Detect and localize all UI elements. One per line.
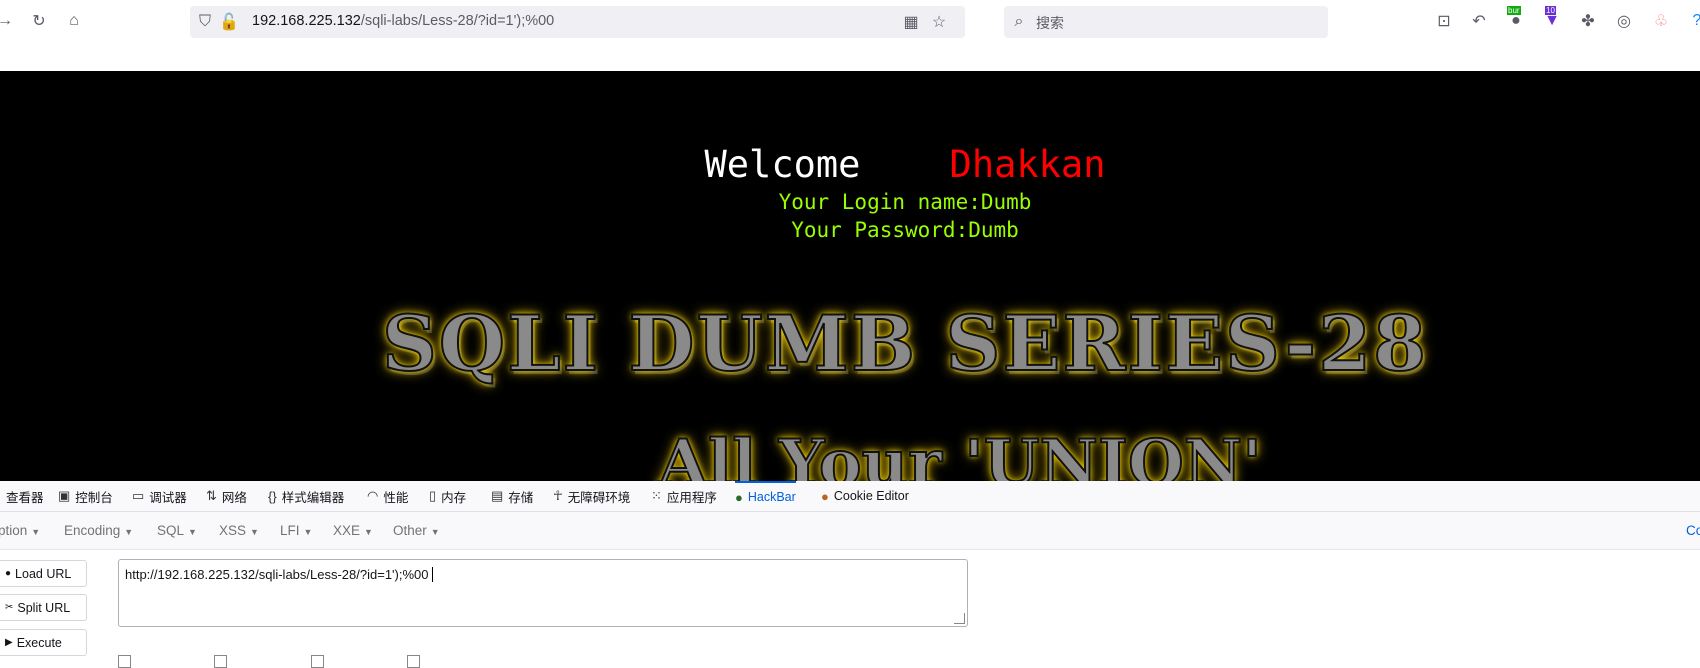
split-icon: ✂ — [5, 602, 14, 613]
menu-xxe[interactable]: XXE ▼ — [333, 523, 373, 538]
tab-accessibility[interactable]: ☥ 无障碍环境 — [553, 481, 630, 511]
tab-cookie-editor[interactable]: ● Cookie Editor — [821, 481, 909, 511]
gauge-icon: ◠ — [367, 488, 379, 503]
hackbar-menu: ption ▼ Encoding ▼ SQL ▼ XSS ▼ LFI ▼ XXE ▼ Oth… — [0, 512, 1700, 550]
login-name: Your Login name:Dumb — [778, 190, 1032, 214]
tab-style-editor[interactable]: {} 样式编辑器 — [268, 481, 344, 511]
cookie-icon[interactable]: ◎ — [1613, 10, 1635, 32]
welcome-heading: Welcome Dhakkan — [704, 143, 1106, 186]
series-banner: SQLI DUMB SERIES-28 — [381, 298, 1428, 389]
menu-contribute[interactable]: Co — [1686, 523, 1700, 538]
bookmark-star-icon[interactable]: ☆ — [928, 11, 950, 33]
extension-icon[interactable]: ✤ — [1577, 10, 1599, 32]
braces-icon: {} — [268, 488, 277, 504]
toolbar-spacer — [0, 44, 1700, 72]
url-text[interactable]: 192.168.225.132/sqli-labs/Less-28/?id=1'… — [252, 13, 554, 29]
crop-icon[interactable]: ⊡ — [1433, 10, 1455, 32]
menu-encryption[interactable]: ption ▼ — [0, 523, 40, 538]
referrer-checkbox[interactable] — [214, 655, 228, 668]
load-url-button[interactable]: ● Load URL — [0, 560, 87, 587]
user-agent-checkbox[interactable] — [310, 655, 324, 668]
menu-sql[interactable]: SQL ▼ — [157, 523, 197, 538]
tab-console[interactable]: ▣ 控制台 — [58, 481, 113, 511]
tab-debugger[interactable]: ▭ 调试器 — [132, 481, 187, 511]
menu-other[interactable]: Other ▼ — [393, 523, 440, 538]
tab-performance[interactable]: ◠ 性能 — [367, 481, 408, 511]
download-extension-icon[interactable]: 10 ▼ — [1541, 6, 1563, 32]
split-url-button[interactable]: ✂ Split URL — [0, 594, 87, 621]
search-placeholder: 搜索 — [1036, 15, 1064, 31]
search-bar[interactable]: ⌕ 搜索 — [1004, 6, 1328, 38]
page-content: Welcome Dhakkan Your Login name:Dumb You… — [0, 71, 1700, 481]
tab-storage[interactable]: ▤ 存储 — [491, 481, 533, 511]
network-icon: ⇅ — [206, 488, 217, 503]
console-icon: ▣ — [58, 488, 71, 503]
tab-memory[interactable]: ▯ 内存 — [429, 481, 466, 511]
menu-encoding[interactable]: Encoding ▼ — [64, 523, 133, 538]
browser-toolbar: → ↻ ⌂ ⛉ 🔓 192.168.225.132/sqli-labs/Less… — [0, 0, 1700, 44]
password: Your Password:Dumb — [791, 218, 1019, 242]
resize-handle-icon[interactable] — [954, 613, 965, 624]
debugger-icon: ▭ — [132, 488, 145, 503]
burp-extension-icon[interactable]: bur ● — [1505, 6, 1527, 32]
tab-application[interactable]: ⁙ 应用程序 — [651, 481, 717, 511]
tab-hackbar[interactable]: ● HackBar — [735, 481, 796, 511]
home-icon[interactable]: ⌂ — [63, 10, 85, 32]
shield-icon[interactable]: ⛉ — [194, 11, 216, 33]
forward-icon[interactable]: → — [0, 10, 16, 32]
pocket-icon[interactable]: ♧ — [1650, 10, 1672, 32]
qr-code-icon[interactable]: ▦ — [900, 11, 922, 33]
devtools-tabbar: 查看器 ▣ 控制台 ▭ 调试器 ⇅ 网络 {} 样式编辑器 ◠ 性能 ▯ 内存 ▤ 存储 ☥ 无… — [0, 481, 1700, 512]
execute-icon: ▶ — [5, 637, 13, 648]
menu-xss[interactable]: XSS ▼ — [219, 523, 259, 538]
accessibility-icon: ☥ — [553, 488, 563, 503]
reload-icon[interactable]: ↻ — [28, 10, 50, 32]
login-info: Your Login name:Dumb Your Password:Dumb — [0, 188, 1700, 244]
address-bar[interactable]: ⛉ 🔓 192.168.225.132/sqli-labs/Less-28/?i… — [190, 6, 965, 38]
cookie-icon: ● — [821, 488, 829, 504]
cookies-checkbox[interactable] — [407, 655, 421, 668]
undo-icon[interactable]: ↶ — [1468, 10, 1490, 32]
post-data-checkbox[interactable] — [118, 655, 131, 668]
hackbar-icon: ● — [735, 489, 743, 505]
execute-button[interactable]: ▶ Execute — [0, 629, 87, 656]
menu-lfi[interactable]: LFI ▼ — [280, 523, 312, 538]
search-icon: ⌕ — [1014, 13, 1024, 30]
load-icon: ● — [5, 568, 12, 579]
help-icon[interactable]: ? — [1686, 10, 1700, 32]
union-banner: All Your 'UNION' — [657, 425, 1263, 481]
tab-inspector[interactable]: 查看器 — [6, 481, 44, 511]
url-input[interactable]: http://192.168.225.132/sqli-labs/Less-28… — [118, 559, 968, 627]
request-options — [118, 654, 421, 668]
grid-icon: ⁙ — [651, 488, 662, 503]
storage-icon: ▤ — [491, 488, 504, 503]
hackbar-body: ● Load URL ✂ Split URL ▶ Execute http://192… — [0, 550, 1700, 668]
memory-icon: ▯ — [429, 488, 437, 503]
tab-network[interactable]: ⇅ 网络 — [206, 481, 247, 511]
insecure-lock-icon[interactable]: 🔓 — [218, 11, 240, 33]
